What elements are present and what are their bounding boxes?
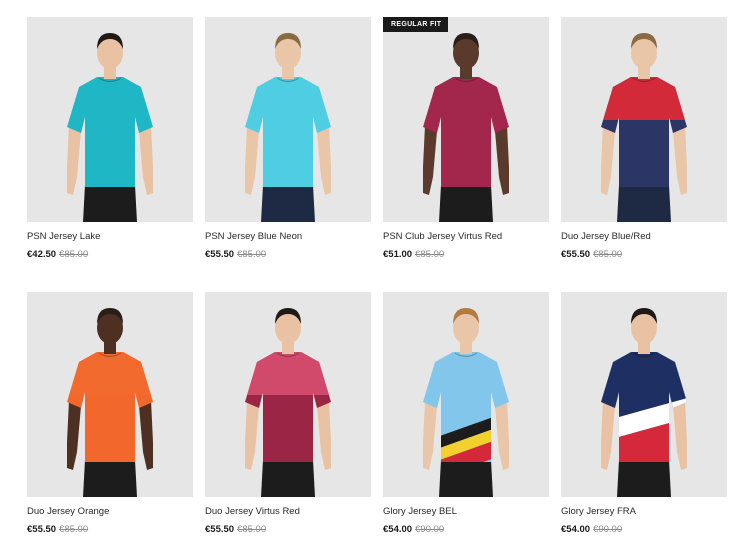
price-row: €51.00 €85.00 (383, 249, 444, 260)
product-image[interactable] (27, 292, 193, 497)
product-image[interactable] (383, 292, 549, 497)
product-card[interactable]: PSN Jersey Blue Neon €55.50 €85.00 (205, 17, 371, 260)
product-card[interactable]: Duo Jersey Orange €55.50 €85.00 (27, 292, 193, 535)
original-price: €90.00 (415, 524, 445, 535)
product-card[interactable]: Duo Jersey Blue/Red €55.50 €85.00 (561, 17, 727, 260)
product-image[interactable]: REGULAR FIT (383, 17, 549, 222)
jersey-model-image (67, 33, 153, 222)
sale-price: €42.50 (27, 249, 57, 260)
jersey-model-image (601, 308, 687, 497)
jersey-model-image (423, 33, 509, 222)
original-price: €85.00 (237, 524, 267, 535)
product-grid: PSN Jersey Lake €42.50 €85.00 PSN Jersey Bl… (0, 0, 740, 543)
product-card[interactable]: REGULAR FIT PSN Club Jersey Virtus Red €51… (383, 17, 549, 260)
product-name[interactable]: Duo Jersey Virtus Red (205, 506, 300, 517)
sale-price: €55.50 (205, 249, 235, 260)
product-name[interactable]: Glory Jersey FRA (561, 506, 636, 517)
product-name[interactable]: PSN Jersey Blue Neon (205, 231, 302, 242)
jersey-model-image (245, 308, 331, 497)
price-row: €55.50 €85.00 (205, 249, 266, 260)
product-card[interactable]: Glory Jersey FRA €54.00 €90.00 (561, 292, 727, 535)
original-price: €85.00 (59, 524, 89, 535)
product-name[interactable]: Duo Jersey Blue/Red (561, 231, 651, 242)
product-card[interactable]: PSN Jersey Lake €42.50 €85.00 (27, 17, 193, 260)
jersey-model-image (423, 308, 509, 497)
sale-price: €51.00 (383, 249, 413, 260)
original-price: €85.00 (237, 249, 267, 260)
product-name[interactable]: PSN Club Jersey Virtus Red (383, 231, 502, 242)
product-card[interactable]: Duo Jersey Virtus Red €55.50 €85.00 (205, 292, 371, 535)
sale-price: €55.50 (205, 524, 235, 535)
product-name[interactable]: Glory Jersey BEL (383, 506, 457, 517)
sale-price: €54.00 (561, 524, 591, 535)
product-image[interactable] (27, 17, 193, 222)
jersey-model-image (601, 33, 687, 222)
jersey-model-image (245, 33, 331, 222)
original-price: €85.00 (593, 249, 623, 260)
product-name[interactable]: PSN Jersey Lake (27, 231, 100, 242)
product-name[interactable]: Duo Jersey Orange (27, 506, 109, 517)
jersey-model-image (67, 308, 153, 497)
original-price: €85.00 (59, 249, 89, 260)
price-row: €54.00 €90.00 (561, 524, 622, 535)
product-image[interactable] (205, 292, 371, 497)
product-image[interactable] (561, 17, 727, 222)
price-row: €42.50 €85.00 (27, 249, 88, 260)
price-row: €54.00 €90.00 (383, 524, 444, 535)
sale-price: €55.50 (561, 249, 591, 260)
price-row: €55.50 €85.00 (205, 524, 266, 535)
price-row: €55.50 €85.00 (27, 524, 88, 535)
sale-price: €54.00 (383, 524, 413, 535)
original-price: €85.00 (415, 249, 445, 260)
original-price: €90.00 (593, 524, 623, 535)
product-card[interactable]: Glory Jersey BEL €54.00 €90.00 (383, 292, 549, 535)
product-image[interactable] (561, 292, 727, 497)
fit-badge: REGULAR FIT (383, 17, 449, 32)
product-image[interactable] (205, 17, 371, 222)
price-row: €55.50 €85.00 (561, 249, 622, 260)
sale-price: €55.50 (27, 524, 57, 535)
